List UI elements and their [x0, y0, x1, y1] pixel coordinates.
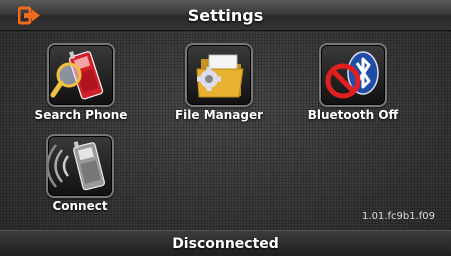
- bluetooth-off-tile[interactable]: [319, 43, 387, 107]
- file-manager-icon: [196, 54, 244, 98]
- connect-tile[interactable]: [46, 134, 114, 198]
- connect-icon: [48, 141, 105, 191]
- file-manager-tile[interactable]: [185, 43, 253, 107]
- search-phone-icon: [50, 51, 104, 100]
- connection-status: Disconnected: [172, 236, 279, 252]
- search-phone-label: Search Phone: [34, 108, 128, 122]
- bluetooth-off-icon: [325, 51, 379, 99]
- version-label: 1.01.fc9b1.f09: [362, 211, 435, 222]
- title-bar: Settings: [0, 0, 451, 31]
- page-title: Settings: [187, 6, 264, 25]
- file-manager-label: File Manager: [174, 108, 264, 122]
- connect-label: Connect: [52, 199, 108, 213]
- status-bar: Disconnected: [0, 230, 451, 256]
- settings-grid: Search Phone File Manager Bluetooth Off …: [0, 31, 451, 230]
- search-phone-tile[interactable]: [47, 43, 115, 107]
- bluetooth-off-label: Bluetooth Off: [307, 108, 399, 122]
